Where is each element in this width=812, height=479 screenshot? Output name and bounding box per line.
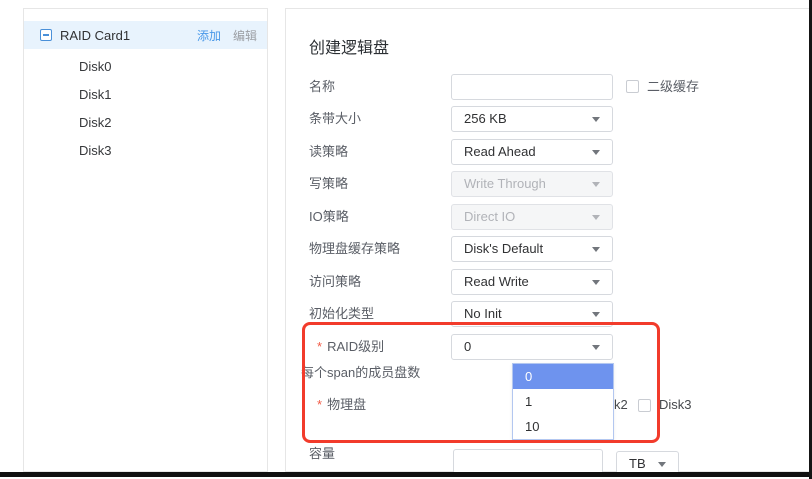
required-asterisk: * — [317, 397, 322, 412]
sidebar-item-raid-card[interactable]: RAID Card1 添加 编辑 — [24, 21, 267, 49]
dropdown-arrow-icon — [592, 345, 600, 350]
name-label: 名称 — [309, 74, 335, 100]
required-asterisk: * — [317, 339, 322, 354]
secondary-cache-checkbox[interactable] — [626, 80, 639, 93]
io-policy-label: IO策略 — [309, 204, 349, 230]
dropdown-arrow-icon — [592, 215, 600, 220]
raid-level-value: 0 — [464, 339, 471, 354]
raid-level-option-0[interactable]: 0 — [513, 364, 613, 389]
span-members-label: 每个span的成员盘数 — [301, 360, 420, 386]
read-policy-label: 读策略 — [309, 139, 348, 165]
disk3-checkbox-label: Disk3 — [659, 392, 692, 418]
raid-level-label: * RAID级别 — [317, 334, 384, 360]
access-policy-value: Read Write — [464, 274, 529, 289]
sidebar-item-disk2[interactable]: Disk2 — [24, 109, 267, 137]
dropdown-arrow-icon — [592, 150, 600, 155]
disk2-label-partial: k2 — [614, 392, 628, 418]
page-title: 创建逻辑盘 — [309, 34, 389, 58]
name-input[interactable] — [451, 74, 613, 100]
raid-level-label-text: RAID级别 — [327, 339, 384, 354]
io-policy-select: Direct IO — [451, 204, 613, 230]
raid-level-option-1[interactable]: 1 — [513, 389, 613, 414]
raid-card-label: RAID Card1 — [60, 28, 130, 43]
capacity-label: 容量 — [309, 441, 335, 467]
physical-disk-label: * 物理盘 — [317, 392, 366, 418]
raid-tree-sidebar: RAID Card1 添加 编辑 Disk0 Disk1 Disk2 Disk3 — [23, 8, 268, 472]
disk-cache-policy-select[interactable]: Disk's Default — [451, 236, 613, 262]
create-logical-disk-panel: 创建逻辑盘 名称 二级缓存 条带大小 256 KB 读策略 Read Ahead… — [285, 8, 810, 472]
read-policy-value: Read Ahead — [464, 144, 536, 159]
raid-level-select[interactable]: 0 — [451, 334, 613, 360]
init-type-label: 初始化类型 — [309, 301, 374, 327]
dropdown-arrow-icon — [592, 312, 600, 317]
disk-cache-policy-label: 物理盘缓存策略 — [309, 236, 400, 262]
screen-edge-bottom — [0, 472, 812, 477]
sidebar-item-disk0[interactable]: Disk0 — [24, 53, 267, 81]
io-policy-value: Direct IO — [464, 209, 515, 224]
edit-link[interactable]: 编辑 — [233, 27, 257, 44]
capacity-unit-value: TB — [629, 456, 646, 471]
sidebar-item-disk1[interactable]: Disk1 — [24, 81, 267, 109]
sidebar-item-disk3[interactable]: Disk3 — [24, 137, 267, 165]
dropdown-arrow-icon — [658, 462, 666, 467]
dropdown-arrow-icon — [592, 280, 600, 285]
disk3-checkbox[interactable] — [638, 399, 651, 412]
collapse-minus-icon[interactable] — [40, 29, 52, 41]
stripe-size-value: 256 KB — [464, 111, 507, 126]
stripe-size-select[interactable]: 256 KB — [451, 106, 613, 132]
dropdown-arrow-icon — [592, 117, 600, 122]
raid-level-option-10[interactable]: 10 — [513, 414, 613, 439]
write-policy-select: Write Through — [451, 171, 613, 197]
write-policy-value: Write Through — [464, 176, 546, 191]
stripe-size-label: 条带大小 — [309, 106, 361, 132]
dropdown-arrow-icon — [592, 182, 600, 187]
init-type-value: No Init — [464, 306, 502, 321]
disk-cache-policy-value: Disk's Default — [464, 241, 543, 256]
screen: RAID Card1 添加 编辑 Disk0 Disk1 Disk2 Disk3… — [0, 0, 812, 479]
init-type-select[interactable]: No Init — [451, 301, 613, 327]
secondary-cache-label: 二级缓存 — [647, 74, 699, 100]
raid-level-dropdown-menu: 0 1 10 — [512, 363, 614, 440]
write-policy-label: 写策略 — [309, 171, 348, 197]
dropdown-arrow-icon — [592, 247, 600, 252]
add-link[interactable]: 添加 — [197, 27, 221, 44]
read-policy-select[interactable]: Read Ahead — [451, 139, 613, 165]
access-policy-label: 访问策略 — [309, 269, 361, 295]
access-policy-select[interactable]: Read Write — [451, 269, 613, 295]
physical-disk-label-text: 物理盘 — [327, 397, 366, 412]
